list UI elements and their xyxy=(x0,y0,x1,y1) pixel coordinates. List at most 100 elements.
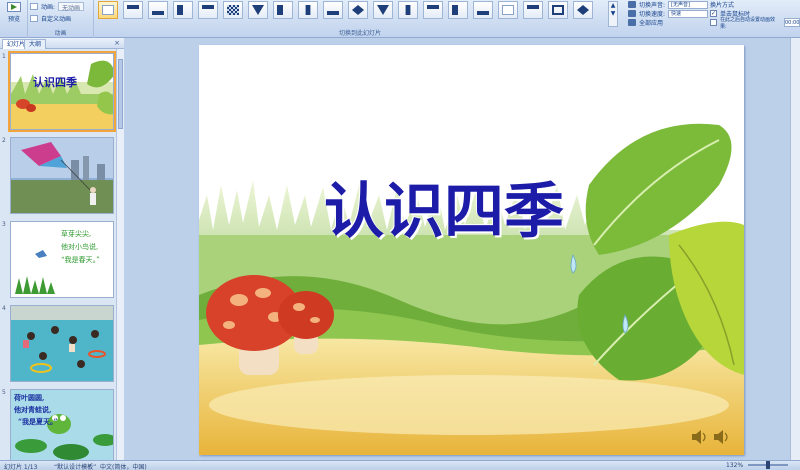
transition-diamond-button[interactable] xyxy=(348,1,368,19)
bars-icon xyxy=(405,5,411,15)
close-icon[interactable]: × xyxy=(114,39,120,47)
speed-label: 切换速度: xyxy=(639,11,666,18)
slide-title[interactable]: 认识四季 xyxy=(324,163,564,250)
transition-arrow-down-button[interactable] xyxy=(373,1,393,19)
thumbnail-slide-3[interactable]: 草芽尖尖, 他对小鸟说, “我是春天。” xyxy=(10,221,114,298)
slide-3-text: 草芽尖尖, 他对小鸟说, “我是春天。” xyxy=(61,228,100,267)
zoom-icon xyxy=(577,5,589,15)
slide-5-text: 荷叶圆圆, 他对青蛙说, “我是夏天。” xyxy=(14,392,58,428)
thumbnail-slide-1[interactable]: 认识四季 xyxy=(8,51,116,132)
slide-scrollbar[interactable] xyxy=(790,38,800,460)
language-indicator: 中文(简体，中国) xyxy=(100,464,147,470)
thumb-number-3: 3 xyxy=(2,221,6,228)
transition-wipe-left-button[interactable] xyxy=(273,1,293,19)
on-click-checkbox[interactable]: ✓ xyxy=(710,10,717,17)
zoom-slider[interactable] xyxy=(748,461,788,469)
wipe-down-icon xyxy=(252,5,264,15)
uncover-icon xyxy=(452,5,458,15)
arrow-down-icon xyxy=(377,5,389,15)
thumbnail-slide-5[interactable]: 荷叶圆圆, 他对青蛙说, “我是夏天。” xyxy=(10,389,114,460)
thumbnail-slide-4[interactable] xyxy=(10,305,114,382)
slide-background-art xyxy=(199,45,744,455)
slide-2-art xyxy=(11,138,113,213)
strips-icon xyxy=(477,11,489,15)
transition-options-group: 切换声音: [无声音] 切换速度: 快速 全部应用 换片方式 ✓ 单击鼠标时 在… xyxy=(626,0,800,38)
slide-counter: 幻灯片 1/13 xyxy=(4,464,38,470)
zoom-level[interactable]: 132% xyxy=(726,462,743,469)
transition-push-button[interactable] xyxy=(173,1,193,19)
cross-icon xyxy=(552,5,564,15)
box-in-icon xyxy=(502,5,514,15)
advance-title: 换片方式 xyxy=(710,2,735,9)
thumb-1-title: 认识四季 xyxy=(33,76,77,89)
sound-label: 切换声音: xyxy=(639,2,666,9)
preview-button[interactable]: 预览 xyxy=(4,2,24,26)
slide-3-line-2: 他对小鸟说, xyxy=(61,243,99,251)
auto-checkbox[interactable] xyxy=(710,19,717,26)
transition-strips-button[interactable] xyxy=(473,1,493,19)
thumbnail-list: 1 认识四季 2 3 草芽尖尖, 他对小鸟说, “我是春天。” 4 5 荷叶圆圆… xyxy=(0,49,116,460)
transition-fade-black-button[interactable] xyxy=(148,1,168,19)
transition-split-button[interactable] xyxy=(298,1,318,19)
speed-select[interactable]: 快速 xyxy=(668,9,709,18)
scrollbar-thumb[interactable] xyxy=(118,59,123,129)
preview-icon xyxy=(7,2,21,12)
cover-icon xyxy=(202,5,214,9)
transition-corner-button[interactable] xyxy=(523,1,543,19)
slide-1-art xyxy=(11,54,113,129)
fade-black-icon xyxy=(152,11,164,15)
thumb-number-5: 5 xyxy=(2,389,6,396)
transition-wipe-down-button[interactable] xyxy=(248,1,268,19)
transition-uncover-button[interactable] xyxy=(448,1,468,19)
transition-fade-button[interactable] xyxy=(123,1,143,19)
custom-animation-icon xyxy=(30,14,38,22)
transition-cross-button[interactable] xyxy=(548,1,568,19)
transition-blinds-button[interactable] xyxy=(423,1,443,19)
spellcheck-icon[interactable]: ✓ xyxy=(88,462,93,469)
speaker-icon[interactable] xyxy=(692,430,704,444)
transition-gallery: ▲ ▼ 切换到此幻灯片 xyxy=(96,0,624,38)
animation-group: 动画: 无动画 自定义动画 动画 xyxy=(28,0,94,38)
blinds-icon xyxy=(427,5,439,9)
status-bar: 幻灯片 1/13 “默认设计模板” ✓ 中文(简体，中国) 132% xyxy=(0,460,800,470)
pane-tabs: 幻灯片 大纲 × xyxy=(0,38,124,49)
apply-all-icon xyxy=(628,19,636,26)
apply-all-button[interactable]: 全部应用 xyxy=(628,18,663,27)
transition-bars-button[interactable] xyxy=(398,1,418,19)
transition-none-button[interactable] xyxy=(98,1,118,19)
gallery-scroll[interactable]: ▲ ▼ xyxy=(608,1,618,27)
transition-zoom-button[interactable] xyxy=(573,1,593,19)
thumbnail-slide-2[interactable] xyxy=(10,137,114,214)
sound-select[interactable]: [无声音] xyxy=(668,0,709,9)
transition-cover-button[interactable] xyxy=(198,1,218,19)
slide-canvas[interactable]: 认识四季 xyxy=(199,45,744,455)
animate-select[interactable]: 无动画 xyxy=(58,1,85,12)
speaker-icon-2[interactable] xyxy=(714,430,726,444)
slide-4-art xyxy=(11,306,113,381)
thumb-number-1: 1 xyxy=(2,53,6,60)
tab-outline[interactable]: 大纲 xyxy=(24,39,47,49)
ribbon: 预览 动画: 无动画 自定义动画 动画 ▲ ▼ 切换到此幻灯片 切换声音: [无… xyxy=(0,0,800,38)
slide-workspace: 认识四季 xyxy=(124,38,800,460)
thumb-number-4: 4 xyxy=(2,305,6,312)
auto-label: 在此之后自动设置动画效果: xyxy=(719,16,775,30)
speed-icon xyxy=(628,10,636,17)
transition-wipe-up-button[interactable] xyxy=(323,1,343,19)
split-icon xyxy=(305,5,311,15)
animate-icon xyxy=(30,2,38,10)
slide-5-line-3: “我是夏天。” xyxy=(18,417,58,426)
wipe-left-icon xyxy=(277,5,283,15)
wipe-up-icon xyxy=(327,11,339,15)
apply-all-label: 全部应用 xyxy=(639,20,664,27)
corner-icon xyxy=(527,5,539,9)
sound-row: 切换声音: [无声音] xyxy=(628,0,709,9)
transition-dissolve-button[interactable] xyxy=(223,1,243,19)
thumbnail-scrollbar[interactable] xyxy=(116,49,124,460)
custom-animation-button[interactable]: 自定义动画 xyxy=(30,13,71,23)
auto-time-input[interactable]: 00:00 xyxy=(784,18,800,27)
animate-label: 动画: xyxy=(41,3,56,11)
slide-3-line-3: “我是春天。” xyxy=(61,256,100,264)
transition-box-in-button[interactable] xyxy=(498,1,518,19)
thumb-number-2: 2 xyxy=(2,137,6,144)
no-transition-icon xyxy=(102,5,114,15)
